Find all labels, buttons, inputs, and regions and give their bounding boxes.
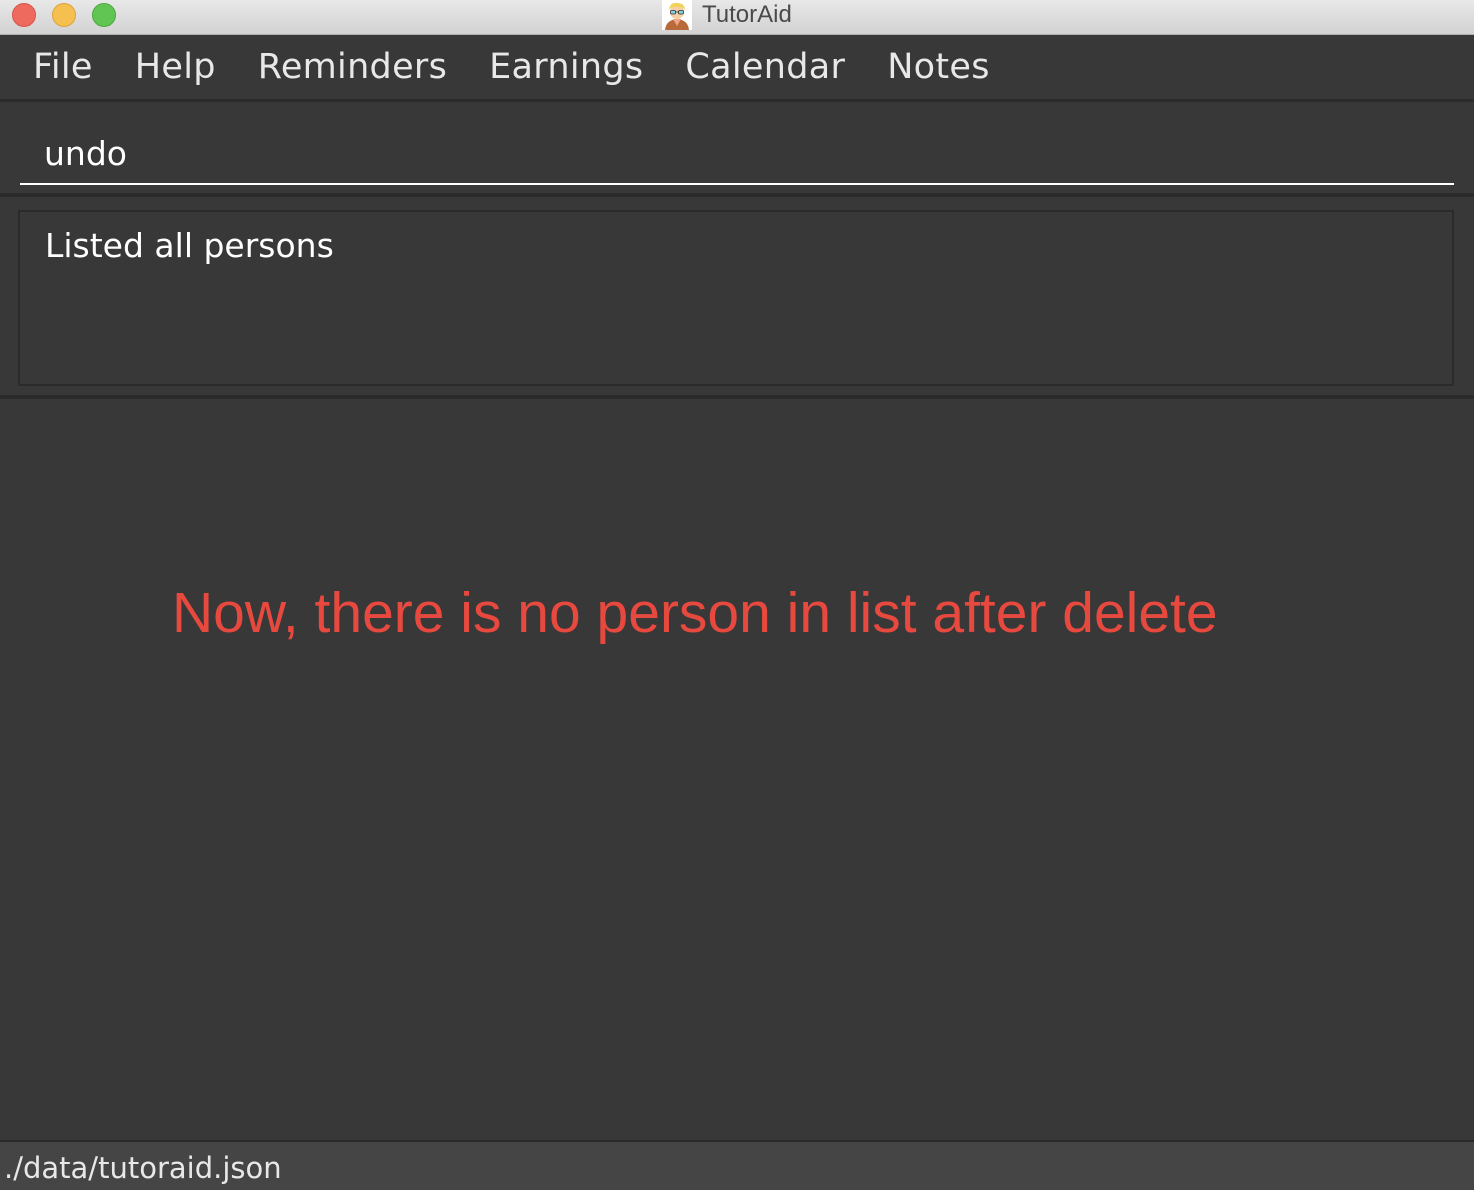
maximize-window-button[interactable]	[92, 3, 116, 27]
menu-help[interactable]: Help	[114, 47, 237, 87]
tutor-avatar-icon	[662, 0, 692, 30]
status-bar: ./data/tutoraid.json	[0, 1140, 1474, 1190]
menu-notes[interactable]: Notes	[866, 47, 1011, 87]
result-display-area: Listed all persons	[0, 201, 1474, 399]
person-list-panel[interactable]: Now, there is no person in list after de…	[0, 400, 1474, 1140]
save-location-path: ./data/tutoraid.json	[4, 1151, 282, 1185]
menu-reminders[interactable]: Reminders	[237, 47, 468, 87]
window-title: TutorAid	[702, 1, 792, 28]
window-title-group: TutorAid	[662, 0, 792, 30]
minimize-window-button[interactable]	[52, 3, 76, 27]
result-message: Listed all persons	[45, 226, 334, 265]
annotation-text: Now, there is no person in list after de…	[172, 581, 1218, 645]
result-display[interactable]: Listed all persons	[18, 210, 1454, 386]
menu-file[interactable]: File	[12, 47, 114, 87]
command-input[interactable]	[20, 123, 1454, 185]
close-window-button[interactable]	[12, 3, 36, 27]
menu-bar: File Help Reminders Earnings Calendar No…	[0, 35, 1474, 102]
menu-earnings[interactable]: Earnings	[468, 47, 664, 87]
menu-calendar[interactable]: Calendar	[664, 47, 866, 87]
command-box-area	[0, 105, 1474, 197]
title-bar: TutorAid	[0, 0, 1474, 35]
